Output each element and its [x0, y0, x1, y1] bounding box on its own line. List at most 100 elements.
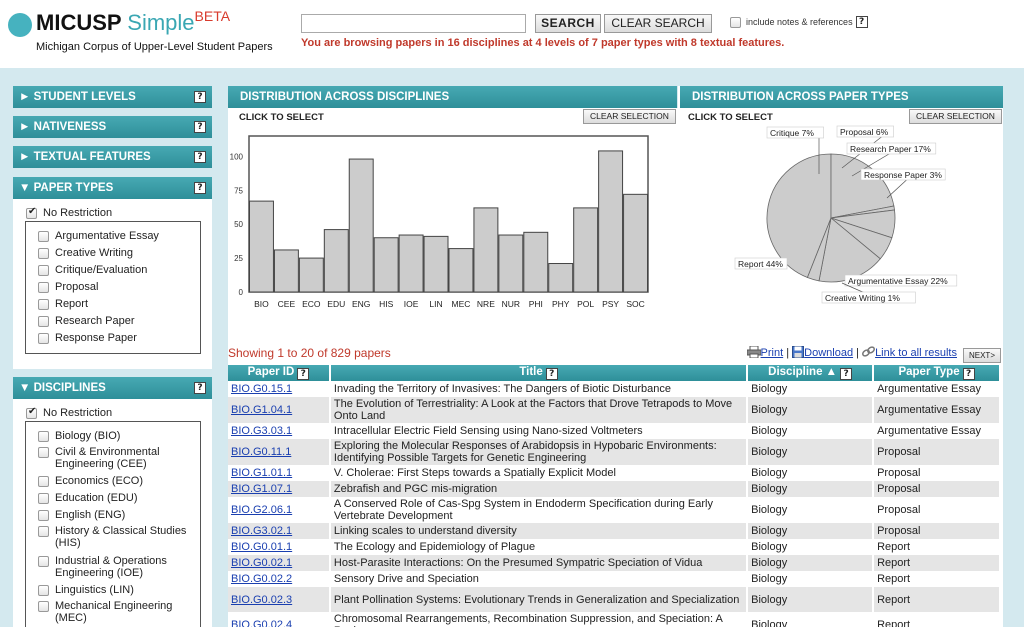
- print-link[interactable]: Print: [761, 347, 784, 359]
- disciplines-panel: No Restriction Biology (BIO) Civil & Env…: [13, 399, 212, 627]
- bar-nre[interactable]: [473, 207, 499, 293]
- x-tick-label: MEC: [452, 299, 471, 309]
- checkbox[interactable]: [38, 585, 49, 596]
- clear-search-button[interactable]: CLEAR SEARCH: [604, 14, 712, 33]
- bar-mec[interactable]: [448, 248, 474, 293]
- discipline-option[interactable]: Economics (ECO): [38, 475, 143, 487]
- paper-type-option[interactable]: Creative Writing: [38, 247, 133, 259]
- disciplines-toggle[interactable]: ▼ DISCIPLINES ?: [13, 377, 212, 399]
- bar-soc[interactable]: [623, 193, 648, 293]
- paper-id-link[interactable]: BIO.G3.03.1: [231, 425, 292, 437]
- checkbox[interactable]: [38, 493, 49, 504]
- search-button[interactable]: SEARCH: [535, 14, 601, 33]
- checkbox[interactable]: [38, 231, 49, 242]
- link-all-results[interactable]: Link to all results: [875, 347, 957, 359]
- column-paper-type[interactable]: Paper Type?: [873, 365, 1001, 381]
- checkbox[interactable]: [38, 556, 49, 567]
- bar-cee[interactable]: [273, 249, 299, 293]
- bar-phy[interactable]: [548, 263, 574, 293]
- discipline-option[interactable]: Mechanical Engineering (MEC): [38, 600, 172, 624]
- column-title[interactable]: Title?: [329, 365, 749, 381]
- checkbox[interactable]: [38, 316, 49, 327]
- help-icon[interactable]: ?: [297, 368, 310, 380]
- checkbox[interactable]: [38, 601, 49, 612]
- paper-type-option[interactable]: Argumentative Essay: [38, 230, 159, 242]
- paper-id-link[interactable]: BIO.G0.11.1: [231, 446, 291, 458]
- paper-id-link[interactable]: BIO.G3.02.1: [231, 525, 292, 537]
- checkbox[interactable]: [38, 282, 49, 293]
- paper-id-link[interactable]: BIO.G1.07.1: [231, 483, 292, 495]
- discipline-option[interactable]: Biology (BIO): [38, 430, 120, 442]
- help-icon[interactable]: ?: [545, 368, 558, 380]
- download-link[interactable]: Download: [804, 347, 853, 359]
- checkbox[interactable]: [38, 526, 49, 537]
- help-icon[interactable]: ?: [194, 151, 206, 163]
- column-paper-id[interactable]: Paper ID?: [228, 365, 331, 381]
- paper-types-no-restriction[interactable]: No Restriction: [26, 206, 112, 219]
- student-levels-toggle[interactable]: ► STUDENT LEVELS ?: [13, 86, 212, 108]
- bar-his[interactable]: [373, 237, 399, 293]
- help-icon[interactable]: ?: [962, 368, 975, 380]
- column-discipline[interactable]: Discipline ▲?: [747, 365, 875, 381]
- paper-type-option[interactable]: Report: [38, 298, 88, 310]
- discipline-option[interactable]: English (ENG): [38, 509, 125, 521]
- textual-features-toggle[interactable]: ► TEXTUAL FEATURES ?: [13, 146, 212, 168]
- discipline-option[interactable]: History & Classical Studies (HIS): [38, 525, 186, 549]
- bar-psy[interactable]: [598, 150, 624, 293]
- discipline-option[interactable]: Linguistics (LIN): [38, 584, 134, 596]
- checkbox[interactable]: [38, 510, 49, 521]
- checkbox[interactable]: [38, 431, 49, 442]
- checkbox[interactable]: [26, 206, 37, 219]
- checkbox[interactable]: [38, 447, 49, 458]
- paper-type-option[interactable]: Proposal: [38, 281, 98, 293]
- help-icon[interactable]: ?: [855, 16, 868, 28]
- bar-eng[interactable]: [348, 158, 374, 293]
- paper-type-option[interactable]: Critique/Evaluation: [38, 264, 147, 276]
- bar-ioe[interactable]: [398, 234, 424, 293]
- checkbox[interactable]: [38, 248, 49, 259]
- include-notes-checkbox[interactable]: [730, 16, 741, 28]
- bar-lin[interactable]: [423, 235, 449, 293]
- help-icon[interactable]: ?: [840, 368, 853, 380]
- search-input[interactable]: [301, 14, 526, 33]
- help-icon[interactable]: ?: [194, 182, 206, 194]
- paper-id-link[interactable]: BIO.G0.02.3: [231, 594, 292, 606]
- x-tick-label: PHY: [552, 299, 570, 309]
- site-logo[interactable]: MICUSP SimpleBETA: [36, 8, 230, 36]
- bar-phi[interactable]: [523, 231, 549, 293]
- checkbox[interactable]: [26, 406, 37, 419]
- bar-nur[interactable]: [498, 234, 524, 293]
- paper-id-link[interactable]: BIO.G0.15.1: [231, 383, 292, 395]
- checkbox[interactable]: [38, 265, 49, 276]
- bar-eco[interactable]: [298, 257, 324, 293]
- paper-types-pie-chart[interactable]: Report 44% Argumentative Essay 22% Creativ…: [677, 108, 1003, 336]
- include-notes-option[interactable]: include notes & references ?: [730, 16, 868, 28]
- disciplines-bar-chart[interactable]: 0 25 50 75 100 BIO CEE ECO EDU ENG HIS IOE LIN MEC NRE…: [228, 108, 677, 336]
- help-icon[interactable]: ?: [194, 91, 206, 103]
- bar-edu[interactable]: [323, 229, 349, 293]
- paper-id-link[interactable]: BIO.G1.04.1: [231, 404, 292, 416]
- paper-id-link[interactable]: BIO.G2.06.1: [231, 504, 292, 516]
- checkbox[interactable]: [38, 333, 49, 344]
- paper-type-option[interactable]: Research Paper: [38, 315, 135, 327]
- discipline-option[interactable]: Civil & Environmental Engineering (CEE): [38, 446, 160, 470]
- paper-type-option[interactable]: Response Paper: [38, 332, 137, 344]
- paper-types-toggle[interactable]: ▼ PAPER TYPES ?: [13, 177, 212, 199]
- help-icon[interactable]: ?: [194, 121, 206, 133]
- paper-id-link[interactable]: BIO.G1.01.1: [231, 467, 292, 479]
- discipline-option[interactable]: Education (EDU): [38, 492, 138, 504]
- bar-bio[interactable]: [249, 200, 274, 293]
- paper-id-cell: BIO.G0.01.1: [228, 539, 331, 555]
- paper-id-link[interactable]: BIO.G0.02.4: [231, 619, 292, 627]
- disciplines-no-restriction[interactable]: No Restriction: [26, 406, 112, 419]
- paper-id-link[interactable]: BIO.G0.02.2: [231, 573, 292, 585]
- paper-id-link[interactable]: BIO.G0.02.1: [231, 557, 292, 569]
- bar-pol[interactable]: [573, 207, 599, 293]
- next-page-button[interactable]: NEXT>: [962, 348, 1001, 363]
- nativeness-toggle[interactable]: ► NATIVENESS ?: [13, 116, 212, 138]
- checkbox[interactable]: [38, 476, 49, 487]
- discipline-option[interactable]: Industrial & Operations Engineering (IOE): [38, 555, 167, 579]
- help-icon[interactable]: ?: [194, 382, 206, 394]
- checkbox[interactable]: [38, 299, 49, 310]
- paper-id-link[interactable]: BIO.G0.01.1: [231, 541, 292, 553]
